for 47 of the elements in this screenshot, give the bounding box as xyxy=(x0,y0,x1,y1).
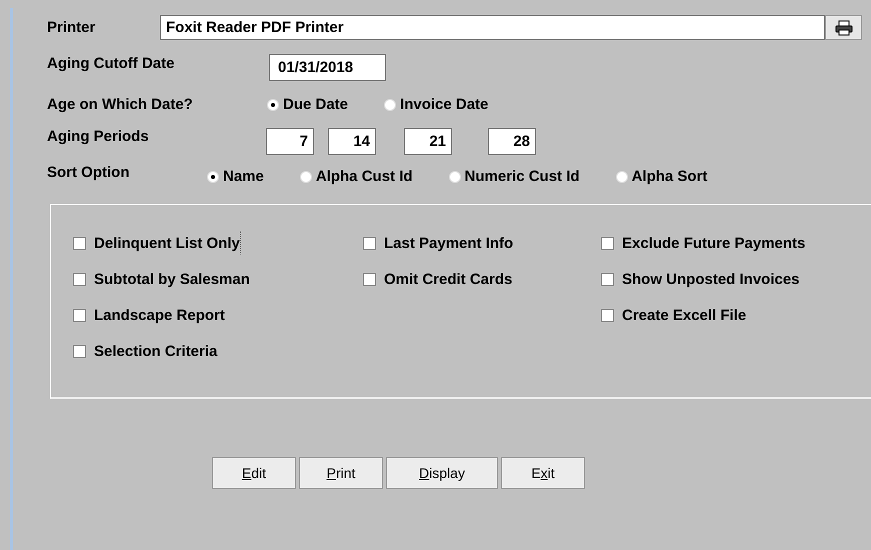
input-field[interactable]: 21 xyxy=(404,128,452,155)
checkbox[interactable] xyxy=(601,236,614,250)
checkbox[interactable] xyxy=(363,272,376,286)
input-field[interactable]: 7 xyxy=(266,128,314,155)
checkbox[interactable] xyxy=(601,308,614,322)
radio-button[interactable]: Alpha Sort xyxy=(616,168,708,185)
radio-circle[interactable] xyxy=(448,170,461,182)
input-field[interactable]: Foxit Reader PDF Printer xyxy=(160,15,825,40)
checkbox-option[interactable]: Create Excell File xyxy=(600,303,748,327)
checkbox[interactable] xyxy=(73,272,86,286)
checkbox[interactable] xyxy=(601,272,614,286)
radio-circle[interactable] xyxy=(616,170,628,182)
radio-circle[interactable] xyxy=(267,98,279,110)
field-label: Age on Which Date? xyxy=(47,96,194,113)
radio-button[interactable]: Invoice Date xyxy=(384,96,488,113)
checkbox[interactable] xyxy=(73,344,86,358)
action-button[interactable]: Exit xyxy=(501,457,585,489)
field-label: Sort Option xyxy=(47,164,130,181)
field-label: Aging Cutoff Date xyxy=(47,55,176,72)
checkbox-option[interactable]: Landscape Report xyxy=(72,303,226,327)
field-label: Printer xyxy=(47,19,96,36)
checkbox[interactable] xyxy=(73,236,86,250)
radio-button[interactable]: Numeric Cust Id xyxy=(448,168,580,185)
checkbox-option[interactable]: Delinquent List Only xyxy=(72,231,241,255)
action-button[interactable]: Edit xyxy=(212,457,296,489)
radio-circle[interactable] xyxy=(384,98,396,110)
checkbox[interactable] xyxy=(363,236,376,250)
checkbox-option[interactable]: Omit Credit Cards xyxy=(362,267,514,291)
radio-circle[interactable] xyxy=(300,170,312,182)
checkbox-option[interactable]: Exclude Future Payments xyxy=(600,231,806,255)
printer-button[interactable] xyxy=(825,15,862,40)
checkbox-option[interactable]: Selection Criteria xyxy=(72,339,218,363)
checkbox-option[interactable]: Show Unposted Invoices xyxy=(600,267,801,291)
input-field[interactable]: 28 xyxy=(488,128,536,155)
radio-button[interactable]: Due Date xyxy=(267,96,348,113)
radio-button[interactable]: Name xyxy=(207,168,264,185)
input-field[interactable]: 01/31/2018 xyxy=(269,54,386,81)
checkbox[interactable] xyxy=(73,308,86,322)
action-button[interactable]: Print xyxy=(299,457,383,489)
checkbox-option[interactable]: Subtotal by Salesman xyxy=(72,267,251,291)
field-label: Aging Periods xyxy=(47,128,150,145)
input-field[interactable]: 14 xyxy=(328,128,376,155)
action-button[interactable]: Display xyxy=(386,457,498,489)
radio-button[interactable]: Alpha Cust Id xyxy=(300,168,413,185)
radio-circle[interactable] xyxy=(207,170,219,182)
checkbox-option[interactable]: Last Payment Info xyxy=(362,231,514,255)
printer-icon xyxy=(834,20,852,36)
